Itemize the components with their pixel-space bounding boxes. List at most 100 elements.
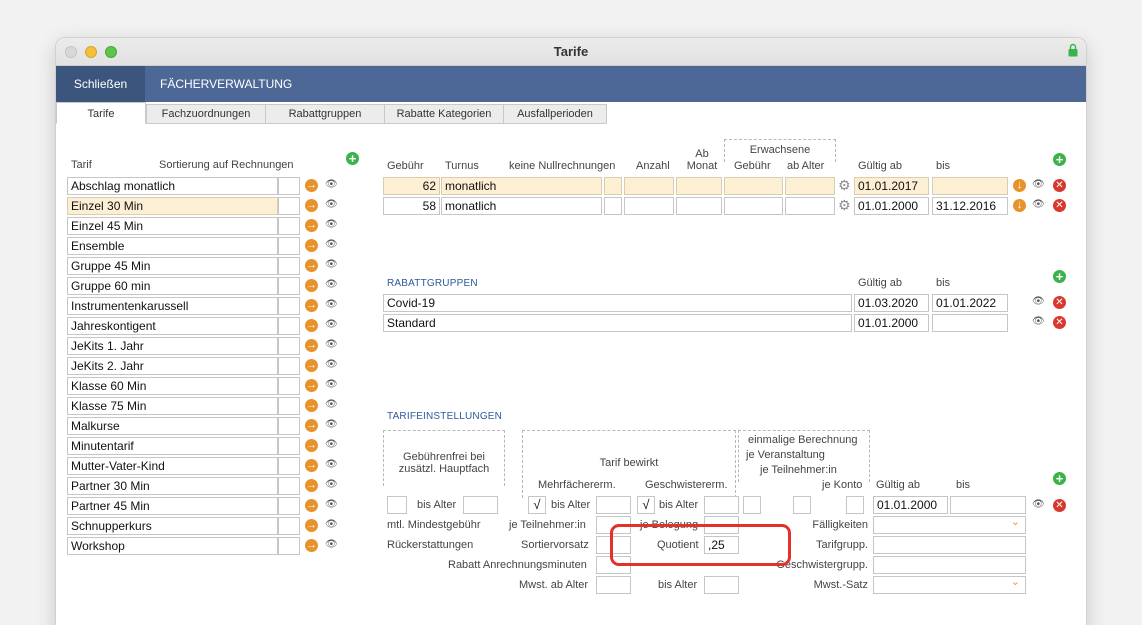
- fee-gueltig-ab-field[interactable]: 01.01.2017: [854, 177, 929, 195]
- tariff-list-item[interactable]: Jahreskontigent: [67, 317, 278, 335]
- tariff-list-item[interactable]: Malkurse: [67, 417, 278, 435]
- eye-icon[interactable]: 👁: [325, 399, 338, 412]
- subject-management-button[interactable]: FÄCHERVERWALTUNG: [146, 66, 306, 102]
- tariff-sort-field[interactable]: [278, 437, 300, 455]
- arrow-right-icon[interactable]: →: [305, 479, 318, 492]
- discount-group-gueltig-ab-field[interactable]: 01.01.2000: [854, 314, 929, 332]
- close-icon[interactable]: ✕: [1053, 179, 1066, 192]
- settings-gueltig-ab-field[interactable]: 01.01.2000: [873, 496, 948, 514]
- mehrfach-bis-alter-field[interactable]: [596, 496, 631, 514]
- tariff-sort-field[interactable]: [278, 377, 300, 395]
- tariff-list-item[interactable]: Gruppe 45 Min: [67, 257, 278, 275]
- eye-icon[interactable]: 👁: [325, 419, 338, 432]
- arrow-right-icon[interactable]: →: [305, 279, 318, 292]
- tariff-sort-field[interactable]: [278, 477, 300, 495]
- tariff-sort-field[interactable]: [278, 257, 300, 275]
- arrow-right-icon[interactable]: →: [305, 319, 318, 332]
- geschwistergrupp-field[interactable]: [873, 556, 1026, 574]
- fee-erw-gebuehr-field[interactable]: [724, 177, 783, 195]
- geschwister-bis-alter-field[interactable]: [704, 496, 739, 514]
- tariff-sort-field[interactable]: [278, 277, 300, 295]
- eye-icon[interactable]: 👁: [325, 359, 338, 372]
- tariff-list-item[interactable]: Partner 30 Min: [67, 477, 278, 495]
- tab-rabatte-kategorien[interactable]: Rabatte Kategorien: [384, 104, 504, 124]
- tariff-list-item[interactable]: Gruppe 60 min: [67, 277, 278, 295]
- settings-delete-close-icon[interactable]: ✕: [1053, 499, 1066, 512]
- eye-icon[interactable]: 👁: [325, 439, 338, 452]
- fee-amount-field[interactable]: 58: [383, 197, 440, 215]
- arrow-right-icon[interactable]: →: [305, 299, 318, 312]
- eye-icon[interactable]: 👁: [1032, 199, 1045, 212]
- discount-group-name-field[interactable]: Standard: [383, 314, 852, 332]
- arrow-right-icon[interactable]: →: [305, 499, 318, 512]
- eye-icon[interactable]: 👁: [1032, 296, 1045, 309]
- eye-icon[interactable]: 👁: [325, 319, 338, 332]
- arrow-right-icon[interactable]: →: [305, 259, 318, 272]
- tariff-list-item[interactable]: Mutter-Vater-Kind: [67, 457, 278, 475]
- discount-group-bis-field[interactable]: 01.01.2022: [932, 294, 1008, 312]
- tab-fachzuordnungen[interactable]: Fachzuordnungen: [146, 104, 266, 124]
- arrow-right-icon[interactable]: →: [305, 239, 318, 252]
- close-button[interactable]: Schließen: [56, 66, 145, 102]
- tariff-sort-field[interactable]: [278, 357, 300, 375]
- arrow-down-icon[interactable]: ↓: [1013, 179, 1026, 192]
- tariff-list-item[interactable]: Klasse 75 Min: [67, 397, 278, 415]
- arrow-down-icon[interactable]: ↓: [1013, 199, 1026, 212]
- fee-erw-gebuehr-field[interactable]: [724, 197, 783, 215]
- arrow-right-icon[interactable]: →: [305, 199, 318, 212]
- tariff-list-item[interactable]: Klasse 60 Min: [67, 377, 278, 395]
- gebuehrenfrei-bis-alter-field[interactable]: [463, 496, 498, 514]
- arrow-right-icon[interactable]: →: [305, 519, 318, 532]
- eye-icon[interactable]: 👁: [325, 339, 338, 352]
- eye-icon[interactable]: 👁: [325, 219, 338, 232]
- arrow-right-icon[interactable]: →: [305, 399, 318, 412]
- fee-ab-monat-field[interactable]: [676, 177, 722, 195]
- add-tariff-plus-icon[interactable]: +: [346, 152, 359, 165]
- mwst-satz-select[interactable]: [873, 576, 1026, 594]
- tariff-sort-field[interactable]: [278, 237, 300, 255]
- tariff-sort-field[interactable]: [278, 497, 300, 515]
- fee-amount-field[interactable]: 62: [383, 177, 440, 195]
- tariff-sort-field[interactable]: [278, 297, 300, 315]
- eye-icon[interactable]: 👁: [1032, 316, 1045, 329]
- discount-group-name-field[interactable]: Covid-19: [383, 294, 852, 312]
- close-icon[interactable]: ✕: [1053, 316, 1066, 329]
- tariff-list-item[interactable]: Minutentarif: [67, 437, 278, 455]
- eye-icon[interactable]: 👁: [325, 539, 338, 552]
- eye-icon[interactable]: 👁: [325, 259, 338, 272]
- eye-icon[interactable]: 👁: [325, 459, 338, 472]
- eye-icon[interactable]: 👁: [325, 379, 338, 392]
- faelligkeiten-select[interactable]: [873, 516, 1026, 534]
- tariff-sort-field[interactable]: [278, 217, 300, 235]
- tariff-sort-field[interactable]: [278, 397, 300, 415]
- gear-icon[interactable]: ⚙: [838, 178, 851, 192]
- add-discount-group-plus-icon[interactable]: +: [1053, 270, 1066, 283]
- tariff-list-item[interactable]: Einzel 45 Min: [67, 217, 278, 235]
- fee-bis-field[interactable]: [932, 177, 1008, 195]
- close-icon[interactable]: ✕: [1053, 296, 1066, 309]
- tab-rabattgruppen[interactable]: Rabattgruppen: [265, 104, 385, 124]
- tariff-list-item[interactable]: Einzel 30 Min: [67, 197, 278, 215]
- arrow-right-icon[interactable]: →: [305, 419, 318, 432]
- fee-anzahl-field[interactable]: [624, 177, 674, 195]
- tarifgrupp-field[interactable]: [873, 536, 1026, 554]
- tab-tarife[interactable]: Tarife: [56, 102, 146, 124]
- tariff-list-item[interactable]: Abschlag monatlich: [67, 177, 278, 195]
- tariff-list-item[interactable]: Instrumentenkarussell: [67, 297, 278, 315]
- discount-group-gueltig-ab-field[interactable]: 01.03.2020: [854, 294, 929, 312]
- tariff-list-item[interactable]: JeKits 1. Jahr: [67, 337, 278, 355]
- arrow-right-icon[interactable]: →: [305, 379, 318, 392]
- mwst-ab-alter-field[interactable]: [596, 576, 631, 594]
- tariff-sort-field[interactable]: [278, 537, 300, 555]
- tab-ausfallperioden[interactable]: Ausfallperioden: [503, 104, 607, 124]
- discount-group-bis-field[interactable]: [932, 314, 1008, 332]
- tariff-list-item[interactable]: JeKits 2. Jahr: [67, 357, 278, 375]
- tariff-list-item[interactable]: Workshop: [67, 537, 278, 555]
- settings-bis-field[interactable]: [950, 496, 1026, 514]
- tariff-sort-field[interactable]: [278, 317, 300, 335]
- arrow-right-icon[interactable]: →: [305, 439, 318, 452]
- fee-turnus-field[interactable]: monatlich: [441, 197, 602, 215]
- close-icon[interactable]: ✕: [1053, 199, 1066, 212]
- arrow-right-icon[interactable]: →: [305, 179, 318, 192]
- eye-icon[interactable]: 👁: [325, 479, 338, 492]
